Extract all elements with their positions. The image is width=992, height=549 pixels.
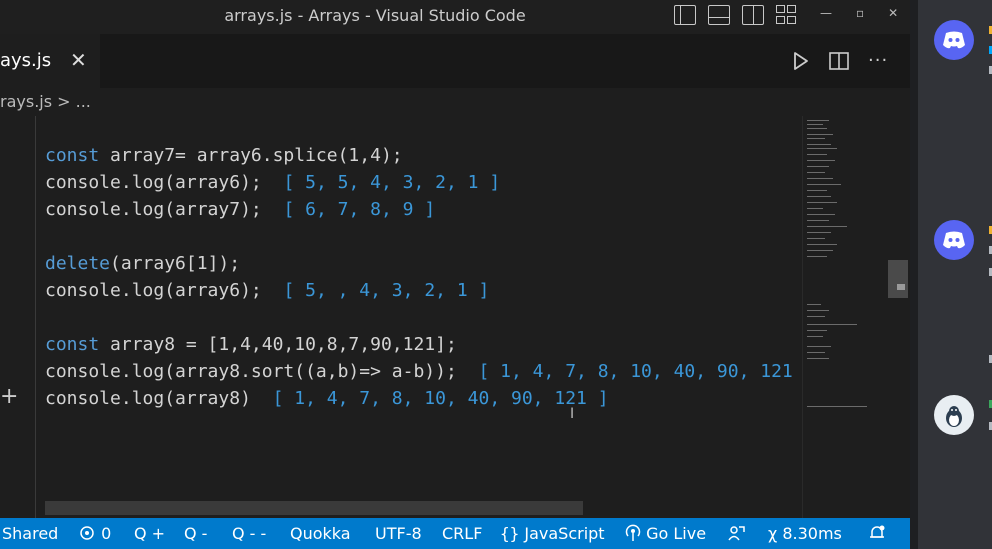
tab-close-icon[interactable]: ✕ [70,48,87,72]
encoding-status[interactable]: UTF-8 [375,524,422,543]
quokka-result: [ 5, 5, 4, 3, 2, 1 ] [283,172,501,193]
ports-icon [80,526,94,540]
window-controls: — ▫ ✕ [820,6,898,20]
go-live-button[interactable]: Go Live [625,524,706,543]
title-bar: arrays.js - Arrays - Visual Studio Code … [0,0,910,34]
code-line-4: delete(array6[1]); [45,253,241,274]
ports-status[interactable]: 0 [78,524,111,543]
quokka-stop-button[interactable]: Q - [184,524,207,543]
braces-icon: {} [500,524,520,543]
discord-logo-icon [943,231,965,249]
quokka-result: [ 5, , 4, 3, 2, 1 ] [283,280,490,301]
close-window-button[interactable]: ✕ [888,6,898,20]
layout-controls [674,5,798,25]
toggle-secondary-sidebar-icon[interactable] [742,5,764,25]
tab-label: ays.js [0,50,52,71]
minimap[interactable] [802,116,887,518]
vertical-scrollbar-track[interactable] [887,116,910,518]
timing-value: 8.30ms [782,524,842,543]
broadcast-icon [625,524,641,541]
minimize-button[interactable]: — [820,6,832,20]
panel-divider [910,0,918,549]
toggle-panel-icon[interactable] [708,5,730,25]
notifications-icon[interactable] [868,524,886,546]
restore-button[interactable]: ▫ [856,6,864,20]
timing-icon: χ [768,524,778,543]
code-line-3: console.log(array7); [ 6, 7, 8, 9 ] [45,199,436,220]
discord-avatar[interactable] [934,220,974,260]
split-editor-icon[interactable] [828,51,850,71]
go-live-label: Go Live [646,524,707,543]
vertical-scrollbar-thumb[interactable] [888,260,908,298]
liveshare-status[interactable]: Shared [2,524,58,543]
customize-layout-icon[interactable] [776,5,798,25]
code-line-6: const array8 = [1,4,40,10,8,7,90,121]; [45,334,457,355]
quokka-result: [ 1, 4, 7, 8, 10, 40, 90, 121 ] [272,388,609,409]
code-line-2: console.log(array6); [ 5, 5, 4, 3, 2, 1 … [45,172,501,193]
quokka-result: [ 1, 4, 7, 8, 10, 40, 90, 121 [478,361,793,382]
editor-actions: ··· [792,50,888,71]
discord-panel [910,0,992,549]
mouse-cursor-icon: I [570,406,575,422]
horizontal-scrollbar[interactable] [45,501,583,515]
quokka-timing[interactable]: χ 8.30ms [768,524,842,543]
code-line-1: const array7= array6.splice(1,4); [45,145,403,166]
status-bar: Shared 0 Q + Q - Q - - Quokka UTF-8 CRLF… [0,518,910,549]
penguin-icon [946,406,962,427]
tab-arrays-js[interactable]: ays.js ✕ [0,34,100,88]
quokka-status[interactable]: Quokka [290,524,351,543]
code-line-8: console.log(array8) [ 1, 4, 7, 8, 10, 40… [45,388,609,409]
feedback-icon[interactable] [728,524,746,546]
scrollbar-cursor-marker [897,284,905,290]
discord-logo-icon [943,31,965,49]
language-status[interactable]: {} JavaScript [500,524,605,543]
user-avatar[interactable] [934,395,974,435]
more-actions-icon[interactable]: ··· [868,50,888,71]
toggle-primary-sidebar-icon[interactable] [674,5,696,25]
run-icon[interactable] [792,51,810,71]
quokka-stop-all-button[interactable]: Q - - [232,524,266,543]
discord-avatar[interactable] [934,20,974,60]
language-label: JavaScript [524,524,605,543]
code-editor[interactable]: const array7= array6.splice(1,4); consol… [0,116,802,518]
eol-status[interactable]: CRLF [442,524,482,543]
indent-guide [35,116,36,518]
quokka-run-button[interactable]: Q + [134,524,165,543]
tab-bar: ays.js ✕ ··· [0,34,910,88]
quokka-result: [ 6, 7, 8, 9 ] [283,199,436,220]
ports-count: 0 [101,524,112,543]
code-line-7: console.log(array8.sort((a,b)=> a-b)); [… [45,361,793,382]
breadcrumb[interactable]: rays.js > ... [0,88,910,116]
code-line-5: console.log(array6); [ 5, , 4, 3, 2, 1 ] [45,280,490,301]
add-line-icon[interactable]: + [0,386,20,410]
